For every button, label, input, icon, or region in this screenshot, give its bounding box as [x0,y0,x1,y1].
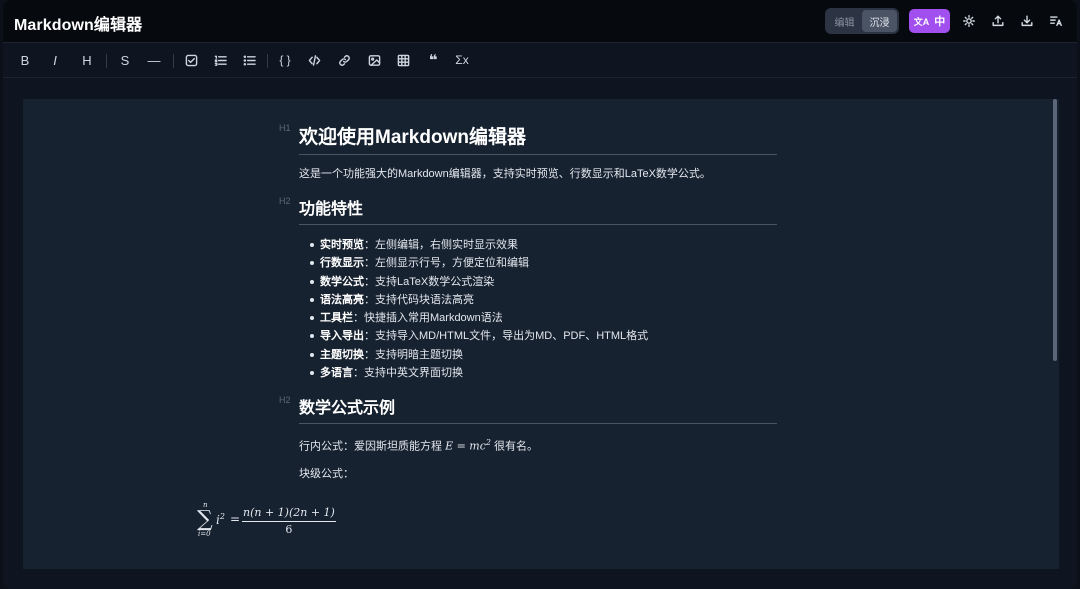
fraction-denominator: 6 [285,523,293,536]
code-block-button[interactable]: { } [275,51,295,69]
formatting-toolbar: B I H S — { } ❝ Σx [3,43,1077,78]
list-item: 多语言：支持中英文界面切换 [299,364,777,382]
translate-icon: 文A [913,16,930,27]
inline-formula-paragraph: 行内公式：爱因斯坦质能方程 E = mc2 很有名。 [299,435,777,455]
feature-desc: ：支持中英文界面切换 [353,367,463,380]
feature-name: 行数显示 [320,257,364,270]
list-item: 导入导出：支持导入MD/HTML文件，导出为MD、PDF、HTML格式 [299,327,777,345]
toolbar-divider [267,54,268,68]
feature-name: 实时预览 [320,239,364,251]
strikethrough-button[interactable]: S [115,51,135,69]
heading-title-text: 欢迎使用Markdown编辑器 [299,127,526,148]
ordered-list-button[interactable] [210,51,230,69]
list-item: 语法高亮：支持代码块语法高亮 [299,291,777,309]
unordered-list-icon [243,55,256,65]
list-item: 工具栏：快捷插入常用Markdown语法 [299,309,777,327]
bold-button[interactable]: B [15,51,35,69]
table-button[interactable] [393,51,413,69]
fraction-bar [242,521,336,522]
ordered-list-icon [214,55,227,66]
list-item: 数学公式：支持LaTeX数学公式渲染 [299,273,777,291]
app-window: Markdown编辑器 编辑 沉浸 文A 中 B I H S — {} ❝ Σ… [3,0,1077,589]
upload-icon [992,15,1004,27]
feature-desc: ：支持导入MD/HTML文件，导出为MD、PDF、HTML格式 [364,330,649,343]
inline-prefix: 行内公式：爱因斯坦质能方程 [299,441,446,454]
inline-code-button[interactable] [304,51,324,69]
feature-desc: ：支持明暗主题切换 [364,348,463,361]
sun-icon [963,15,975,27]
mode-edit-button[interactable]: 编辑 [827,10,862,32]
mode-immersive-button[interactable]: 沉浸 [862,10,897,32]
task-list-button[interactable] [181,51,201,69]
fraction: n(n + 1)(2n + 1) 6 [242,506,336,536]
feature-name: 数学公式 [320,275,364,288]
theme-toggle-button[interactable] [961,13,977,29]
checkbox-icon [185,54,197,66]
link-icon [338,54,350,66]
fraction-numerator: n(n + 1)(2n + 1) [243,506,335,519]
unordered-list-button[interactable] [239,51,259,69]
feature-name: 工具栏 [320,312,353,325]
h1-marker: H1 [279,123,291,133]
language-label: 中 [934,16,946,28]
toolbar-divider [106,54,107,68]
feature-name: 多语言 [320,367,353,380]
heading-title: H1 欢迎使用Markdown编辑器 [279,122,777,155]
h2-marker: H2 [279,196,291,206]
h2-marker: H2 [279,395,291,406]
text-direction-button[interactable] [1048,13,1064,29]
download-icon [1021,15,1033,27]
heading-features: H2 功能特性 [279,195,777,225]
heading-features-text: 功能特性 [299,201,364,218]
feature-name: 语法高亮 [320,293,364,306]
list-item: 主题切换：支持明暗主题切换 [299,346,777,364]
feature-list: 实时预览：左侧编辑，右侧实时显示效果 行数显示：左侧显示行号，方便定位和编辑 数… [299,236,777,382]
intro-paragraph: 这是一个功能强大的Markdown编辑器，支持实时预览、行数显示和LaTeX数学… [299,168,711,180]
horizontal-rule-button[interactable]: — [144,51,164,69]
italic-button[interactable]: I [45,51,65,69]
feature-desc: ：左侧编辑，右侧实时显示效果 [364,239,518,251]
formula-button[interactable]: Σx [452,51,472,69]
sum-term: i2 [216,512,225,527]
quote-button[interactable]: ❝ [423,51,443,69]
heading-math-text: 数学公式示例 [299,400,396,418]
inline-formula: E = mc [445,440,486,454]
feature-name: 导入导出 [320,330,364,343]
sum-term-exponent: 2 [219,512,225,521]
heading-button[interactable]: H [77,51,97,69]
preview-pane[interactable]: H1 欢迎使用Markdown编辑器 这是一个功能强大的Markdown编辑器，… [23,99,1059,569]
heading-math: H2 数学公式示例 [279,394,777,425]
feature-name: 主题切换 [320,348,364,361]
import-button[interactable] [990,13,1006,29]
toolbar-divider [173,54,174,68]
image-button[interactable] [364,51,384,69]
inline-suffix: 很有名。 [491,441,539,454]
export-button[interactable] [1019,13,1035,29]
app-title: Markdown编辑器 [14,17,143,34]
table-icon [397,54,409,66]
mode-toggle: 编辑 沉浸 [825,8,899,34]
image-icon [368,54,380,66]
list-item: 实时预览：左侧编辑，右侧实时显示效果 [299,236,777,254]
feature-desc: ：支持代码块语法高亮 [364,293,474,306]
block-formula-label: 块级公式： [299,468,354,481]
feature-desc: ：左侧显示行号，方便定位和编辑 [364,257,529,270]
sum-lower-bound: i=0 [198,530,211,538]
feature-desc: ：快捷插入常用Markdown语法 [353,312,503,325]
app-header: Markdown编辑器 编辑 沉浸 文A 中 [3,0,1077,43]
text-direction-icon [1050,16,1062,27]
language-button[interactable]: 文A 中 [909,9,950,33]
list-item: 行数显示：左侧显示行号，方便定位和编辑 [299,254,777,272]
code-icon [308,54,320,66]
markdown-document: H1 欢迎使用Markdown编辑器 这是一个功能强大的Markdown编辑器，… [279,99,777,482]
feature-desc: ：支持LaTeX数学公式渲染 [364,275,495,288]
scrollbar-thumb[interactable] [1053,99,1057,361]
link-button[interactable] [334,51,354,69]
equals-sign: = [230,512,241,526]
sigma-symbol: ∑ [197,507,213,532]
block-formula: n ∑ i=0 i2 = n(n + 1)(2n + 1) 6 [197,501,337,541]
